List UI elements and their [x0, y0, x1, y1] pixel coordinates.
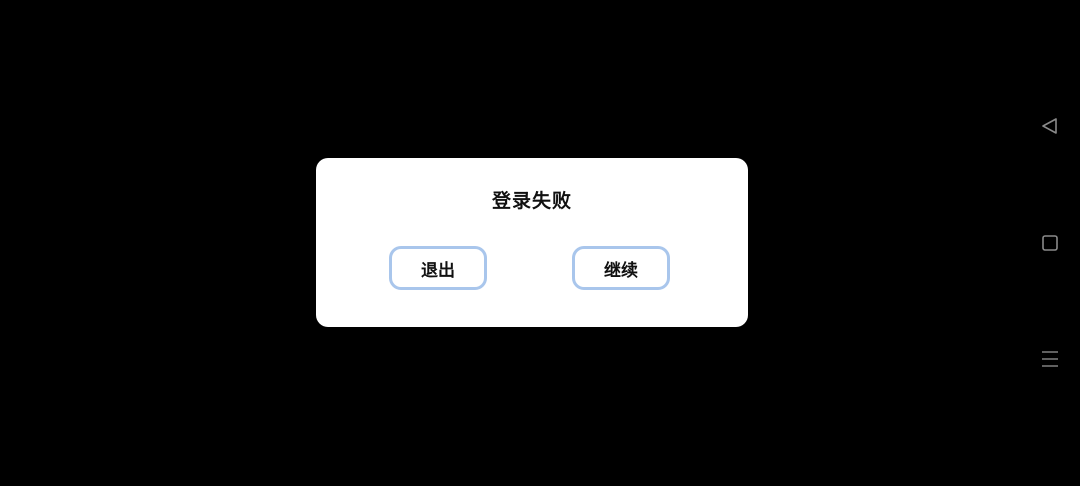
- dialog-title: 登录失败: [491, 190, 572, 212]
- back-triangle-icon: [1042, 118, 1057, 134]
- screen: 登录失败 退出 继续: [0, 0, 1080, 486]
- menu-lines-icon: [1042, 351, 1058, 367]
- continue-button[interactable]: 继续: [572, 246, 670, 290]
- back-button[interactable]: [1036, 112, 1064, 140]
- navigation-bar: [1020, 0, 1080, 486]
- exit-button[interactable]: 退出: [389, 246, 487, 290]
- home-button[interactable]: [1036, 229, 1064, 257]
- login-failed-dialog: 登录失败 退出 继续: [316, 158, 748, 327]
- menu-button[interactable]: [1036, 345, 1064, 373]
- home-square-icon: [1042, 235, 1058, 251]
